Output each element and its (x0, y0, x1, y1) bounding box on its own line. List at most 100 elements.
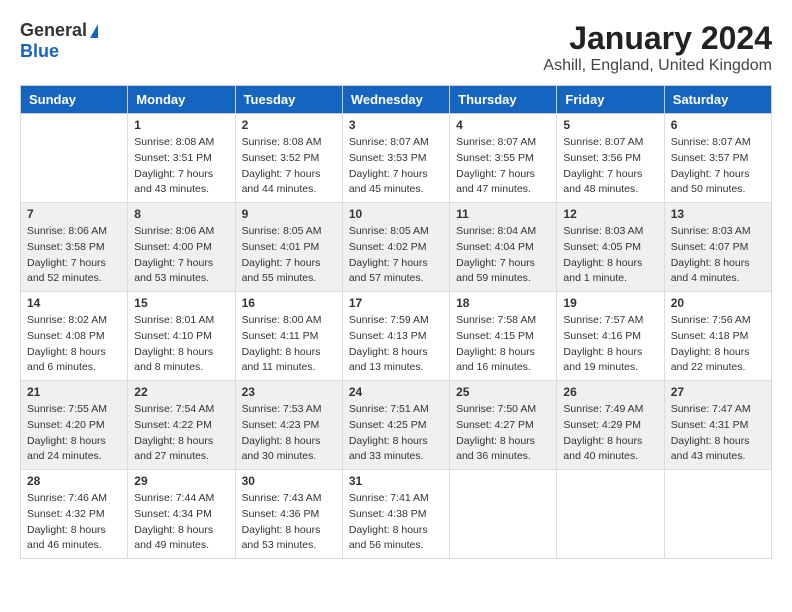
calendar-day-cell: 21 Sunrise: 7:55 AMSunset: 4:20 PMDayligh… (21, 381, 128, 470)
day-number: 12 (563, 207, 657, 221)
calendar-header-thursday: Thursday (450, 86, 557, 114)
calendar-day-cell: 22Sunrise: 7:54 AMSunset: 4:22 PMDayligh… (128, 381, 235, 470)
calendar-week-row: 14 Sunrise: 8:02 AMSunset: 4:08 PMDayligh… (21, 292, 772, 381)
day-number: 27 (671, 385, 765, 399)
calendar-day-cell: 14 Sunrise: 8:02 AMSunset: 4:08 PMDayligh… (21, 292, 128, 381)
calendar-day-cell: 24 Sunrise: 7:51 AMSunset: 4:25 PMDayligh… (342, 381, 449, 470)
day-number: 19 (563, 296, 657, 310)
calendar-day-cell: 1Sunrise: 8:08 AMSunset: 3:51 PMDaylight… (128, 114, 235, 203)
calendar-day-cell: 10 Sunrise: 8:05 AMSunset: 4:02 PMDayligh… (342, 203, 449, 292)
calendar-header-friday: Friday (557, 86, 664, 114)
day-info: Sunrise: 8:04 AMSunset: 4:04 PMDaylight:… (456, 224, 550, 287)
page-header: General Blue January 2024 Ashill, Englan… (20, 20, 772, 75)
day-info: Sunrise: 8:03 AMSunset: 4:07 PMDaylight:… (671, 224, 765, 287)
day-info: Sunrise: 7:51 AMSunset: 4:25 PMDaylight:… (349, 402, 443, 465)
calendar-day-cell: 29Sunrise: 7:44 AMSunset: 4:34 PMDayligh… (128, 470, 235, 559)
calendar-day-cell: 7 Sunrise: 8:06 AMSunset: 3:58 PMDaylight… (21, 203, 128, 292)
calendar-header-sunday: Sunday (21, 86, 128, 114)
day-number: 7 (27, 207, 121, 221)
day-info: Sunrise: 8:07 AMSunset: 3:53 PMDaylight:… (349, 135, 443, 198)
day-info: Sunrise: 8:06 AMSunset: 3:58 PMDaylight:… (27, 224, 121, 287)
day-number: 10 (349, 207, 443, 221)
calendar-day-cell (557, 470, 664, 559)
calendar-day-cell: 19 Sunrise: 7:57 AMSunset: 4:16 PMDayligh… (557, 292, 664, 381)
calendar-day-cell (21, 114, 128, 203)
day-number: 30 (242, 474, 336, 488)
day-info: Sunrise: 8:02 AMSunset: 4:08 PMDaylight:… (27, 313, 121, 376)
day-info: Sunrise: 7:53 AMSunset: 4:23 PMDaylight:… (242, 402, 336, 465)
calendar-header-wednesday: Wednesday (342, 86, 449, 114)
calendar-header-tuesday: Tuesday (235, 86, 342, 114)
calendar-day-cell: 9 Sunrise: 8:05 AMSunset: 4:01 PMDaylight… (235, 203, 342, 292)
day-info: Sunrise: 7:59 AMSunset: 4:13 PMDaylight:… (349, 313, 443, 376)
day-info: Sunrise: 8:07 AMSunset: 3:55 PMDaylight:… (456, 135, 550, 198)
day-number: 17 (349, 296, 443, 310)
calendar-day-cell: 20 Sunrise: 7:56 AMSunset: 4:18 PMDayligh… (664, 292, 771, 381)
calendar-day-cell: 27 Sunrise: 7:47 AMSunset: 4:31 PMDayligh… (664, 381, 771, 470)
day-info: Sunrise: 7:54 AMSunset: 4:22 PMDaylight:… (134, 402, 228, 465)
day-info: Sunrise: 7:55 AMSunset: 4:20 PMDaylight:… (27, 402, 121, 465)
day-number: 18 (456, 296, 550, 310)
day-info: Sunrise: 8:01 AMSunset: 4:10 PMDaylight:… (134, 313, 228, 376)
calendar-week-row: 21 Sunrise: 7:55 AMSunset: 4:20 PMDayligh… (21, 381, 772, 470)
day-number: 9 (242, 207, 336, 221)
calendar-day-cell: 8Sunrise: 8:06 AMSunset: 4:00 PMDaylight… (128, 203, 235, 292)
day-info: Sunrise: 8:00 AMSunset: 4:11 PMDaylight:… (242, 313, 336, 376)
day-number: 26 (563, 385, 657, 399)
calendar-header-row: SundayMondayTuesdayWednesdayThursdayFrid… (21, 86, 772, 114)
calendar-header-monday: Monday (128, 86, 235, 114)
calendar-table: SundayMondayTuesdayWednesdayThursdayFrid… (20, 85, 772, 559)
day-number: 28 (27, 474, 121, 488)
title-block: January 2024 Ashill, England, United Kin… (543, 20, 772, 75)
day-number: 13 (671, 207, 765, 221)
day-info: Sunrise: 7:57 AMSunset: 4:16 PMDaylight:… (563, 313, 657, 376)
day-info: Sunrise: 8:06 AMSunset: 4:00 PMDaylight:… (134, 224, 228, 287)
calendar-day-cell: 23Sunrise: 7:53 AMSunset: 4:23 PMDayligh… (235, 381, 342, 470)
calendar-day-cell: 3Sunrise: 8:07 AMSunset: 3:53 PMDaylight… (342, 114, 449, 203)
calendar-day-cell: 11 Sunrise: 8:04 AMSunset: 4:04 PMDayligh… (450, 203, 557, 292)
day-number: 4 (456, 118, 550, 132)
day-info: Sunrise: 7:41 AMSunset: 4:38 PMDaylight:… (349, 491, 443, 554)
calendar-day-cell: 25 Sunrise: 7:50 AMSunset: 4:27 PMDayligh… (450, 381, 557, 470)
day-number: 11 (456, 207, 550, 221)
calendar-day-cell (664, 470, 771, 559)
day-info: Sunrise: 8:05 AMSunset: 4:02 PMDaylight:… (349, 224, 443, 287)
location-subtitle: Ashill, England, United Kingdom (543, 57, 772, 75)
logo-arrow-icon (90, 24, 98, 38)
calendar-day-cell (450, 470, 557, 559)
day-info: Sunrise: 8:08 AMSunset: 3:52 PMDaylight:… (242, 135, 336, 198)
calendar-day-cell: 4 Sunrise: 8:07 AMSunset: 3:55 PMDaylight… (450, 114, 557, 203)
day-info: Sunrise: 7:47 AMSunset: 4:31 PMDaylight:… (671, 402, 765, 465)
day-number: 1 (134, 118, 228, 132)
day-number: 20 (671, 296, 765, 310)
calendar-day-cell: 17 Sunrise: 7:59 AMSunset: 4:13 PMDayligh… (342, 292, 449, 381)
day-info: Sunrise: 7:49 AMSunset: 4:29 PMDaylight:… (563, 402, 657, 465)
day-number: 31 (349, 474, 443, 488)
day-number: 21 (27, 385, 121, 399)
day-info: Sunrise: 8:03 AMSunset: 4:05 PMDaylight:… (563, 224, 657, 287)
calendar-week-row: 28Sunrise: 7:46 AMSunset: 4:32 PMDayligh… (21, 470, 772, 559)
day-info: Sunrise: 7:56 AMSunset: 4:18 PMDaylight:… (671, 313, 765, 376)
day-info: Sunrise: 7:43 AMSunset: 4:36 PMDaylight:… (242, 491, 336, 554)
day-number: 14 (27, 296, 121, 310)
calendar-day-cell: 15Sunrise: 8:01 AMSunset: 4:10 PMDayligh… (128, 292, 235, 381)
day-info: Sunrise: 7:50 AMSunset: 4:27 PMDaylight:… (456, 402, 550, 465)
calendar-day-cell: 5Sunrise: 8:07 AMSunset: 3:56 PMDaylight… (557, 114, 664, 203)
day-number: 25 (456, 385, 550, 399)
calendar-day-cell: 2 Sunrise: 8:08 AMSunset: 3:52 PMDaylight… (235, 114, 342, 203)
day-info: Sunrise: 8:07 AMSunset: 3:57 PMDaylight:… (671, 135, 765, 198)
day-number: 6 (671, 118, 765, 132)
calendar-day-cell: 18 Sunrise: 7:58 AMSunset: 4:15 PMDayligh… (450, 292, 557, 381)
calendar-day-cell: 26 Sunrise: 7:49 AMSunset: 4:29 PMDayligh… (557, 381, 664, 470)
day-info: Sunrise: 8:05 AMSunset: 4:01 PMDaylight:… (242, 224, 336, 287)
day-number: 24 (349, 385, 443, 399)
day-info: Sunrise: 8:07 AMSunset: 3:56 PMDaylight:… (563, 135, 657, 198)
day-info: Sunrise: 7:58 AMSunset: 4:15 PMDaylight:… (456, 313, 550, 376)
day-number: 2 (242, 118, 336, 132)
logo: General Blue (20, 20, 98, 62)
day-number: 29 (134, 474, 228, 488)
day-number: 16 (242, 296, 336, 310)
calendar-week-row: 1Sunrise: 8:08 AMSunset: 3:51 PMDaylight… (21, 114, 772, 203)
calendar-day-cell: 31 Sunrise: 7:41 AMSunset: 4:38 PMDayligh… (342, 470, 449, 559)
calendar-week-row: 7 Sunrise: 8:06 AMSunset: 3:58 PMDaylight… (21, 203, 772, 292)
